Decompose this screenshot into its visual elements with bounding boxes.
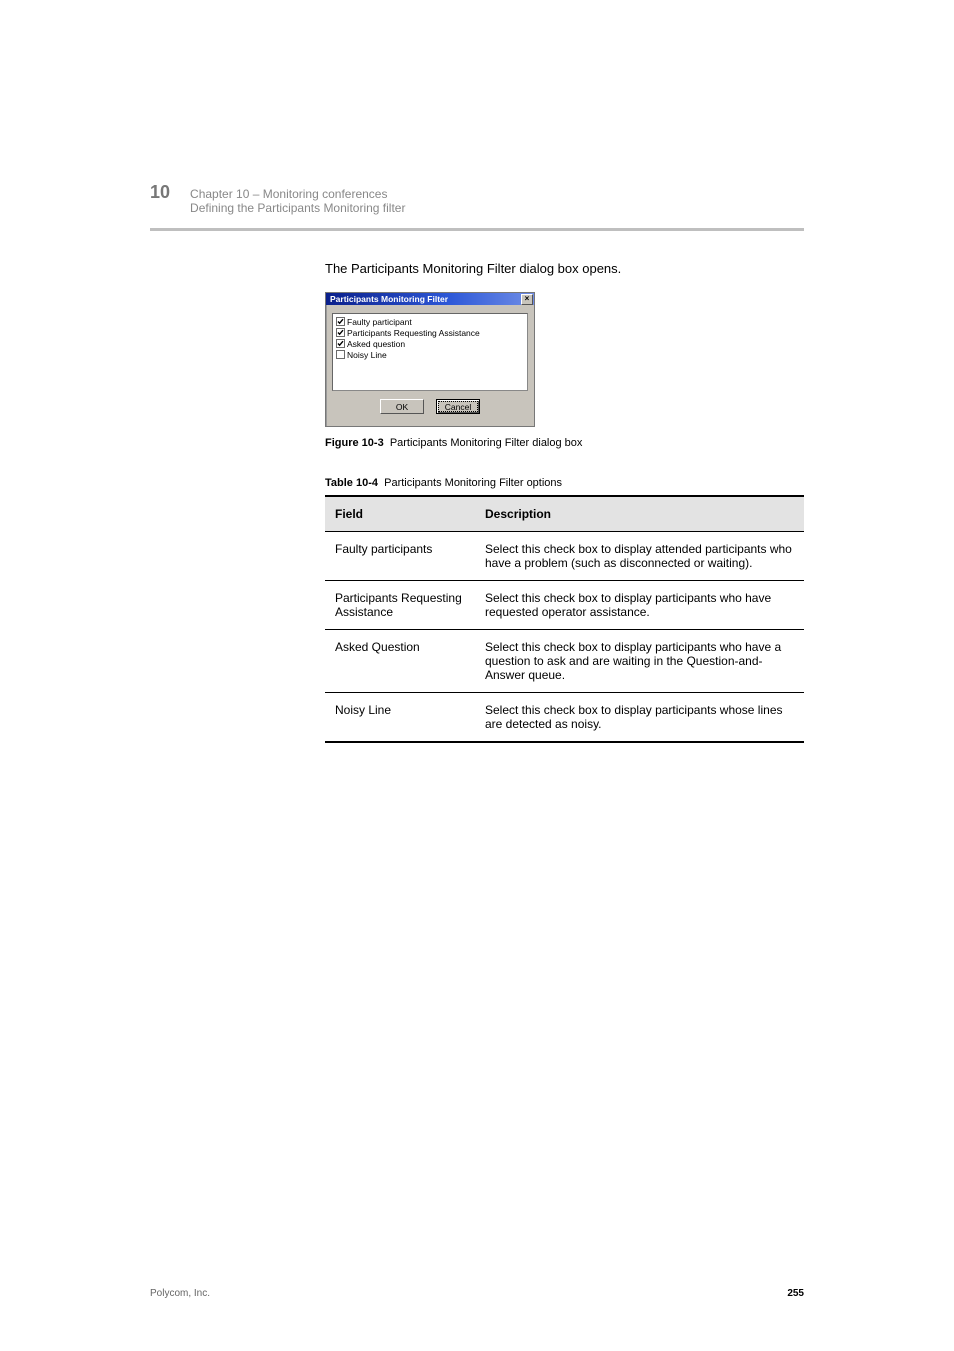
header-rule <box>150 228 804 231</box>
cell-desc: Select this check box to display partici… <box>475 693 804 743</box>
col-description: Description <box>475 496 804 532</box>
chapter-number: 10 <box>150 182 170 203</box>
list-item[interactable]: Asked question <box>336 338 524 349</box>
list-item[interactable]: Participants Requesting Assistance <box>336 327 524 338</box>
table-caption: Table 10-4 Participants Monitoring Filte… <box>325 477 804 489</box>
table-row: Noisy Line Select this check box to disp… <box>325 693 804 743</box>
dialog-window: Participants Monitoring Filter × Faulty … <box>325 292 535 427</box>
checkbox-icon[interactable] <box>336 328 345 337</box>
list-item-label: Noisy Line <box>347 350 387 360</box>
cell-field: Faulty participants <box>325 532 475 581</box>
list-item-label: Participants Requesting Assistance <box>347 328 480 338</box>
figure-dialog: Participants Monitoring Filter × Faulty … <box>325 292 804 449</box>
cell-desc: Select this check box to display partici… <box>475 581 804 630</box>
page-number: 255 <box>787 1288 804 1299</box>
cancel-button[interactable]: Cancel <box>436 399 480 414</box>
cell-field: Participants Requesting Assistance <box>325 581 475 630</box>
cell-field: Asked Question <box>325 630 475 693</box>
dialog-title-text: Participants Monitoring Filter <box>330 294 448 304</box>
cell-desc: Select this check box to display attende… <box>475 532 804 581</box>
running-header: 10 Chapter 10 – Monitoring conferences D… <box>150 182 804 215</box>
table-row: Asked Question Select this check box to … <box>325 630 804 693</box>
chapter-title: Chapter 10 – Monitoring conferences <box>190 187 387 201</box>
list-item[interactable]: Faulty participant <box>336 316 524 327</box>
options-table: Field Description Faulty participants Se… <box>325 495 804 743</box>
figure-caption: Figure 10-3 Participants Monitoring Filt… <box>325 437 804 449</box>
cell-field: Noisy Line <box>325 693 475 743</box>
table-row: Faulty participants Select this check bo… <box>325 532 804 581</box>
intro-paragraph: The Participants Monitoring Filter dialo… <box>325 260 804 278</box>
ok-button[interactable]: OK <box>380 399 424 414</box>
table-row: Participants Requesting Assistance Selec… <box>325 581 804 630</box>
table-header-row: Field Description <box>325 496 804 532</box>
list-item-label: Faulty participant <box>347 317 412 327</box>
footer-doc: Polycom, Inc. <box>150 1288 210 1299</box>
checkbox-icon[interactable] <box>336 317 345 326</box>
close-icon[interactable]: × <box>521 294 533 305</box>
page-footer: Polycom, Inc. 255 <box>150 1288 804 1299</box>
section-title: Defining the Participants Monitoring fil… <box>190 201 405 215</box>
checkbox-icon[interactable] <box>336 339 345 348</box>
cell-desc: Select this check box to display partici… <box>475 630 804 693</box>
col-field: Field <box>325 496 475 532</box>
list-item-label: Asked question <box>347 339 405 349</box>
filter-listbox[interactable]: Faulty participant Participants Requesti… <box>332 313 528 391</box>
dialog-titlebar: Participants Monitoring Filter × <box>326 293 534 305</box>
list-item[interactable]: Noisy Line <box>336 349 524 360</box>
checkbox-icon[interactable] <box>336 350 345 359</box>
